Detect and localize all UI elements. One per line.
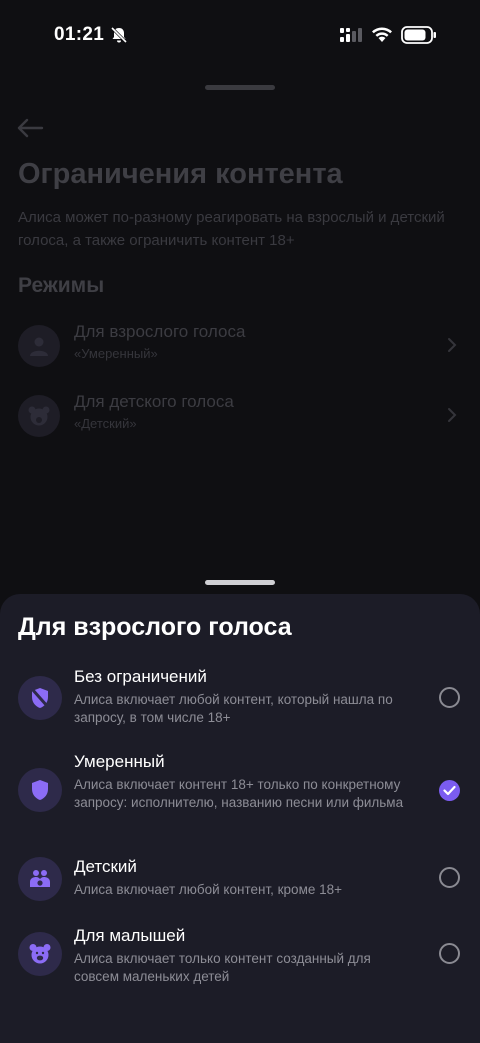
option-title: Для малышей [74,926,186,945]
mode-row-subtitle: «Умеренный» [74,346,158,361]
option-moderate[interactable]: Умеренный Алиса включает контент 18+ тол… [0,752,480,832]
page-description: Алиса может по-разному реагировать на вз… [18,209,445,249]
background-page: Ограничения контента Алиса может по-разн… [0,0,480,600]
chevron-right-icon [448,408,457,422]
radio-button[interactable] [439,687,460,708]
option-no-restrictions[interactable]: Без ограничений Алиса включает любой кон… [0,667,480,727]
checkmark-icon [443,785,456,796]
mode-row-title: Для детского голоса [74,392,234,411]
bottom-sheet: Для взрослого голоса Без ограничений Али… [0,594,480,1043]
chevron-right-icon [448,338,457,352]
option-description: Алиса включает контент 18+ только по кон… [74,777,404,810]
radio-button[interactable] [439,867,460,888]
option-child[interactable]: Детский Алиса включает любой контент, кр… [0,857,480,907]
option-description: Алиса включает только контент созданный … [74,951,371,984]
background-drag-handle [205,85,275,90]
sheet-title: Для взрослого голоса [18,613,292,641]
option-description: Алиса включает любой контент, кроме 18+ [74,882,343,897]
sheet-drag-handle[interactable] [205,580,275,585]
back-arrow-icon[interactable] [16,116,44,140]
shield-icon [18,768,62,812]
option-title: Без ограничений [74,667,207,686]
shield-off-icon [18,676,62,720]
option-title: Умеренный [74,752,165,771]
section-title: Режимы [18,274,105,297]
mode-row-adult[interactable]: Для взрослого голоса «Умеренный» [18,322,462,372]
bear-icon [18,932,62,976]
bear-icon [18,395,60,437]
mode-row-title: Для взрослого голоса [74,322,246,341]
option-title: Детский [74,857,137,876]
person-icon [18,325,60,367]
option-toddlers[interactable]: Для малышей Алиса включает только контен… [0,926,480,986]
mode-row-subtitle: «Детский» [74,416,137,431]
page-title: Ограничения контента [18,158,343,190]
option-description: Алиса включает любой контент, который на… [74,692,393,725]
family-icon [18,857,62,901]
radio-button[interactable] [439,943,460,964]
mode-row-child[interactable]: Для детского голоса «Детский» [18,392,462,442]
radio-button-checked[interactable] [439,780,460,801]
